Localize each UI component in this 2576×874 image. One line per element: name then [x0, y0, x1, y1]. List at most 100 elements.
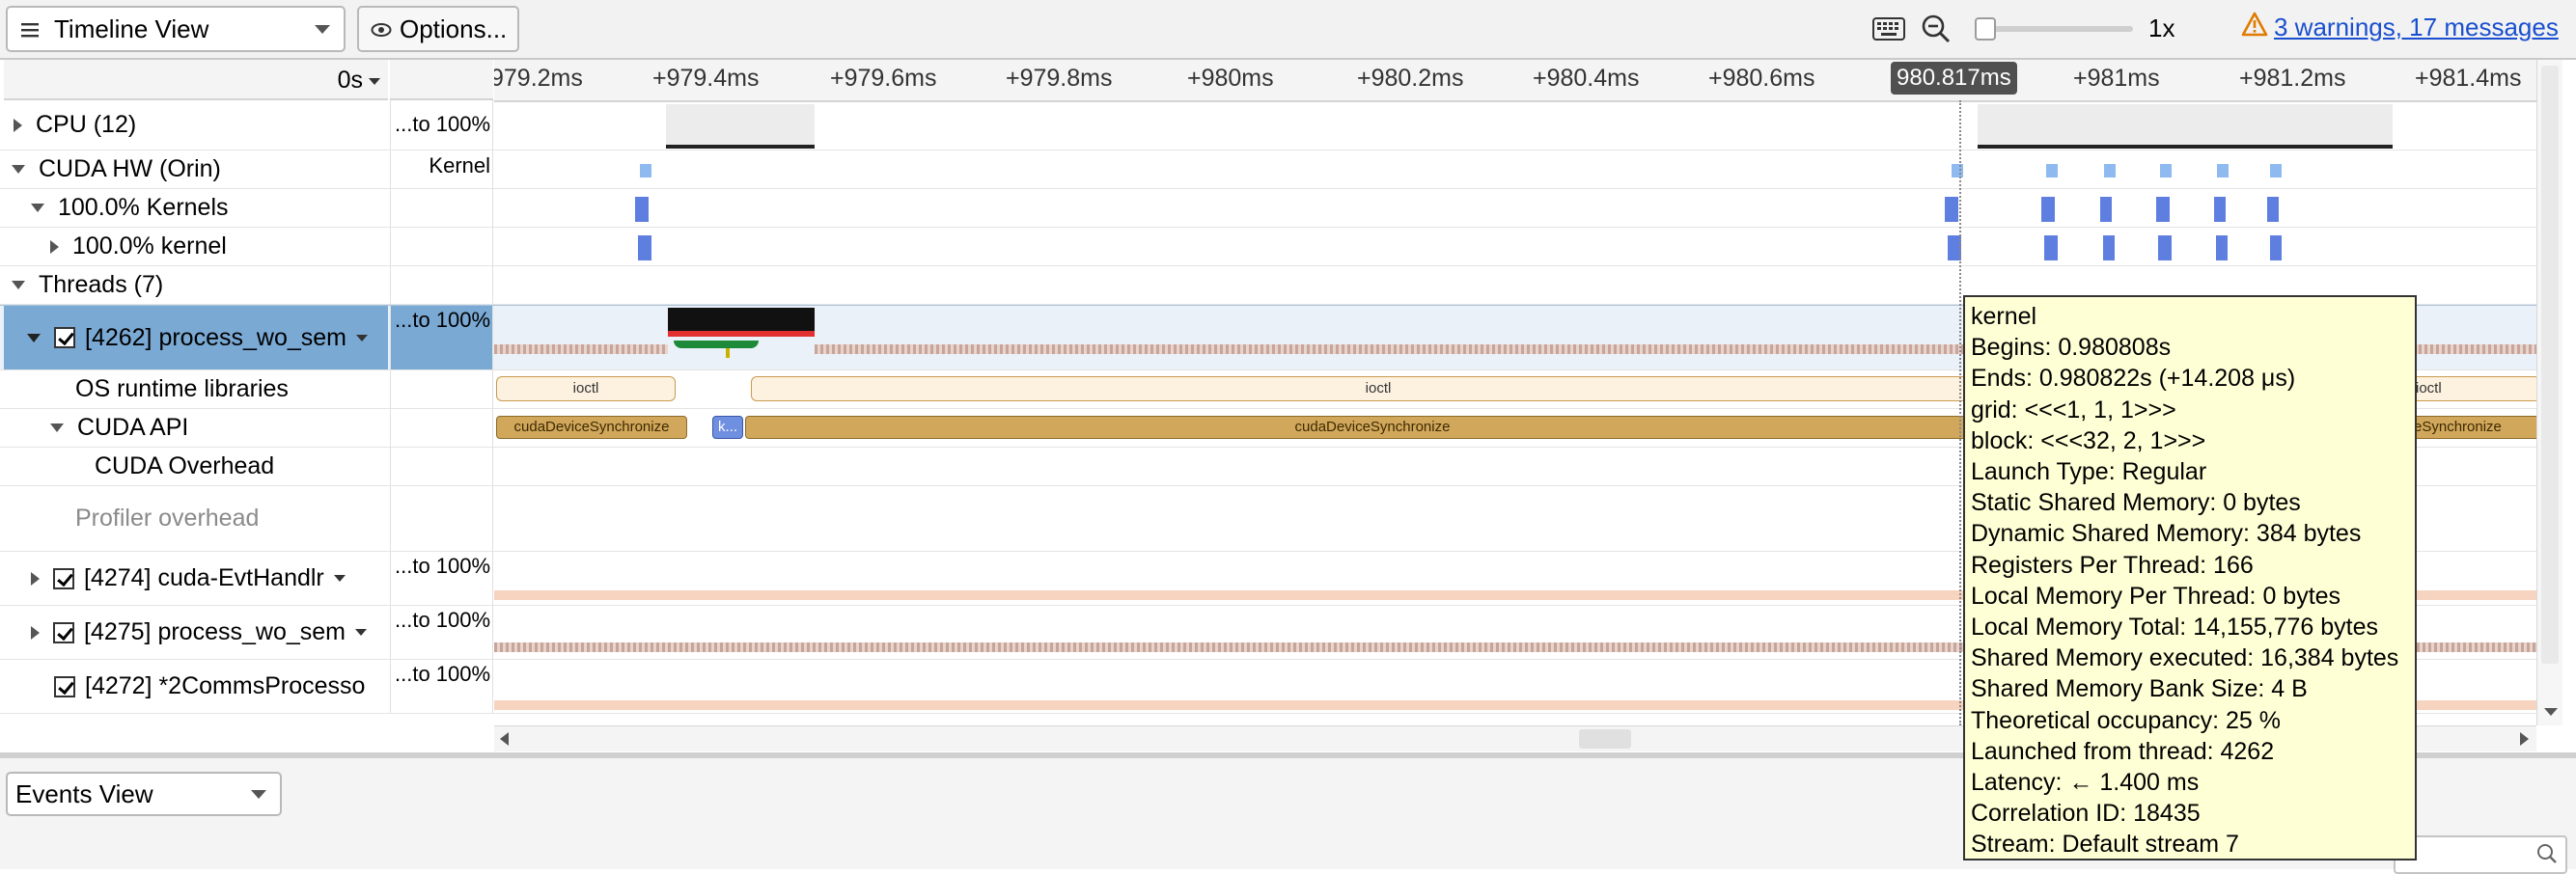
kernel-mark[interactable]	[2160, 164, 2172, 178]
expand-icon[interactable]	[14, 118, 22, 132]
vertical-scrollbar[interactable]	[2536, 60, 2562, 725]
thread-activity-strip[interactable]	[668, 331, 815, 337]
api-call-kernel[interactable]: k...	[712, 416, 743, 439]
profiler-overhead-row-name[interactable]: Profiler overhead	[4, 486, 388, 551]
kernel-mark[interactable]	[2270, 164, 2282, 178]
thread-4274-row-name[interactable]: [4274] cuda-EvtHandlr	[4, 552, 388, 605]
cuda-api-scale	[390, 409, 493, 447]
tooltip-line: Ends: 0.980822s (+14.208 μs)	[1971, 365, 2296, 393]
kernel-bar[interactable]	[2103, 235, 2115, 260]
kernel-bar[interactable]	[2214, 197, 2226, 222]
api-call-sync[interactable]: cudaDeviceSynchronize	[496, 416, 687, 439]
collapse-icon[interactable]	[31, 204, 44, 212]
collapse-icon[interactable]	[50, 423, 64, 432]
collapse-icon[interactable]	[27, 333, 41, 342]
scroll-left-icon[interactable]	[500, 732, 509, 746]
kernel-bar[interactable]	[2216, 235, 2228, 260]
api-call-sync[interactable]: cudaDeviceSynchronize	[745, 416, 2000, 439]
kernel-bar[interactable]	[2158, 235, 2172, 260]
cpu-track[interactable]	[494, 100, 2536, 150]
thread-activity-mark[interactable]	[726, 348, 730, 358]
kernel-bar[interactable]	[2041, 197, 2055, 222]
collapse-icon[interactable]	[12, 281, 25, 289]
kernel-bar[interactable]	[2044, 235, 2058, 260]
thread-checkbox[interactable]	[53, 567, 74, 589]
scroll-down-icon[interactable]	[2544, 708, 2558, 716]
kernels-row[interactable]: 100.0% Kernels	[0, 189, 2536, 228]
kernel-mark[interactable]	[2217, 164, 2229, 178]
chevron-down-icon[interactable]	[354, 629, 367, 636]
view-select[interactable]: Timeline View	[6, 6, 346, 52]
cpu-usage-block[interactable]	[1978, 104, 2393, 149]
os-runtime-row-name[interactable]: OS runtime libraries	[4, 370, 388, 408]
cursor-line	[1959, 100, 1961, 725]
keyboard-icon[interactable]	[1872, 17, 1905, 45]
chevron-down-icon	[251, 790, 266, 799]
expand-icon[interactable]	[31, 571, 40, 586]
scroll-thumb[interactable]	[1579, 729, 1631, 749]
thread-activity-green[interactable]	[674, 341, 759, 348]
cuda-overhead-row-name[interactable]: CUDA Overhead	[4, 448, 388, 485]
expand-icon[interactable]	[50, 239, 59, 254]
cuda-api-row-name[interactable]: CUDA API	[4, 409, 388, 447]
warnings-label: 3 warnings, 17 messages	[2274, 13, 2559, 41]
cpu-row[interactable]: CPU (12) ...to 100%	[0, 100, 2536, 150]
events-view-select[interactable]: Events View	[6, 772, 282, 816]
kernel-track[interactable]	[494, 228, 2536, 265]
expand-icon[interactable]	[31, 625, 40, 640]
ioctl-call[interactable]: ioctl	[496, 376, 676, 401]
thread-checkbox[interactable]	[54, 327, 75, 348]
thread-activity-block[interactable]	[668, 308, 815, 331]
thread-4275-row-name[interactable]: [4275] process_wo_sem	[4, 606, 388, 659]
cuda-hw-track[interactable]	[494, 150, 2536, 188]
scroll-thumb[interactable]	[2541, 66, 2559, 664]
thread-4272-scale: ...to 100%	[390, 660, 493, 713]
kernel-bar[interactable]	[2267, 197, 2279, 222]
scroll-right-icon[interactable]	[2520, 732, 2529, 746]
kernel-bar[interactable]	[638, 235, 651, 260]
main-toolbar: Timeline View Options... 1x 3 warnings, …	[0, 0, 2576, 58]
kernel-row-name[interactable]: 100.0% kernel	[4, 228, 388, 265]
chevron-down-icon[interactable]	[333, 575, 346, 582]
cuda-hw-row[interactable]: CUDA HW (Orin) Kernel	[0, 150, 2536, 189]
kernel-bar[interactable]	[2270, 235, 2282, 260]
tooltip-line: Local Memory Per Thread: 0 bytes	[1971, 582, 2341, 610]
kernel-mark[interactable]	[2104, 164, 2116, 178]
warnings-link[interactable]: 3 warnings, 17 messages	[2241, 12, 2559, 43]
kernels-track[interactable]	[494, 189, 2536, 227]
ioctl-call[interactable]: ioctl	[751, 376, 2006, 401]
profiler-overhead-label: Profiler overhead	[75, 505, 260, 532]
threads-row-name[interactable]: Threads (7)	[4, 266, 388, 304]
cuda-hw-row-name[interactable]: CUDA HW (Orin)	[4, 150, 388, 188]
ruler-tick: +979.8ms	[1006, 65, 1113, 92]
kernels-row-label: 100.0% Kernels	[58, 194, 229, 221]
kernel-bar[interactable]	[635, 197, 649, 222]
thread-checkbox[interactable]	[53, 621, 74, 643]
zoom-level: 1x	[2148, 14, 2175, 42]
tooltip-line: Correlation ID: 18435	[1971, 800, 2201, 828]
chevron-down-icon[interactable]	[355, 334, 368, 341]
options-button[interactable]: Options...	[357, 6, 519, 52]
events-search-input[interactable]	[2394, 835, 2567, 874]
thread-4272-label: [4272] *2CommsProcesso	[85, 672, 366, 699]
cpu-row-name[interactable]: CPU (12)	[4, 100, 388, 150]
time-ruler[interactable]: 979.2ms +979.4ms +979.6ms +979.8ms +980m…	[494, 60, 2536, 102]
kernel-mark[interactable]	[1952, 164, 1963, 178]
kernel-bar[interactable]	[2100, 197, 2112, 222]
kernel-bar[interactable]	[2156, 197, 2170, 222]
zoom-slider[interactable]	[1975, 17, 2133, 41]
zoom-slider-thumb[interactable]	[1975, 17, 1996, 41]
thread-4272-row-name[interactable]: [4272] *2CommsProcesso	[4, 660, 388, 713]
cpu-usage-block[interactable]	[666, 104, 815, 149]
thread-4262-row-name[interactable]: [4262] process_wo_sem	[4, 306, 388, 369]
ruler-start-select[interactable]: 0s	[4, 60, 388, 100]
kernel-bar[interactable]	[1945, 197, 1958, 222]
kernels-row-name[interactable]: 100.0% Kernels	[4, 189, 388, 227]
zoom-out-icon[interactable]	[1921, 14, 1952, 49]
cuda-hw-row-label: CUDA HW (Orin)	[39, 155, 221, 182]
kernel-row[interactable]: 100.0% kernel	[0, 228, 2536, 266]
kernel-mark[interactable]	[640, 164, 651, 178]
kernel-mark[interactable]	[2046, 164, 2058, 178]
collapse-icon[interactable]	[12, 165, 25, 174]
thread-checkbox[interactable]	[54, 675, 75, 697]
